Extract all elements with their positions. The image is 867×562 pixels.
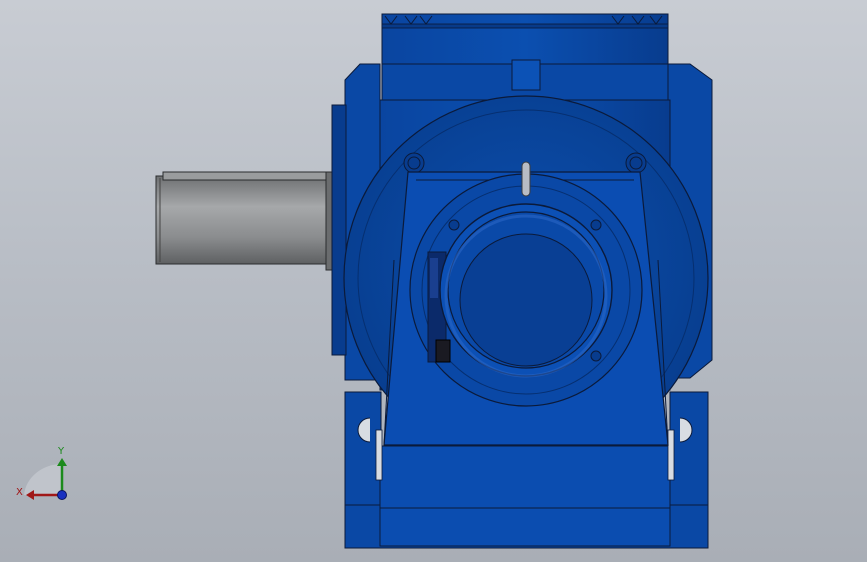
- gearbox-model[interactable]: [0, 0, 867, 562]
- coordinate-triad: X Y: [14, 440, 84, 510]
- y-axis-label: Y: [57, 446, 65, 457]
- z-axis-dot: [57, 490, 67, 500]
- top-housing: [381, 13, 669, 105]
- triad-plane: [24, 463, 62, 495]
- vent-plug: [521, 161, 531, 197]
- lifting-lug: [511, 59, 541, 91]
- shaft-key: [162, 171, 330, 181]
- output-shaft[interactable]: [155, 171, 337, 271]
- x-axis-label: X: [16, 487, 23, 498]
- graphics-viewport[interactable]: X Y: [0, 0, 867, 562]
